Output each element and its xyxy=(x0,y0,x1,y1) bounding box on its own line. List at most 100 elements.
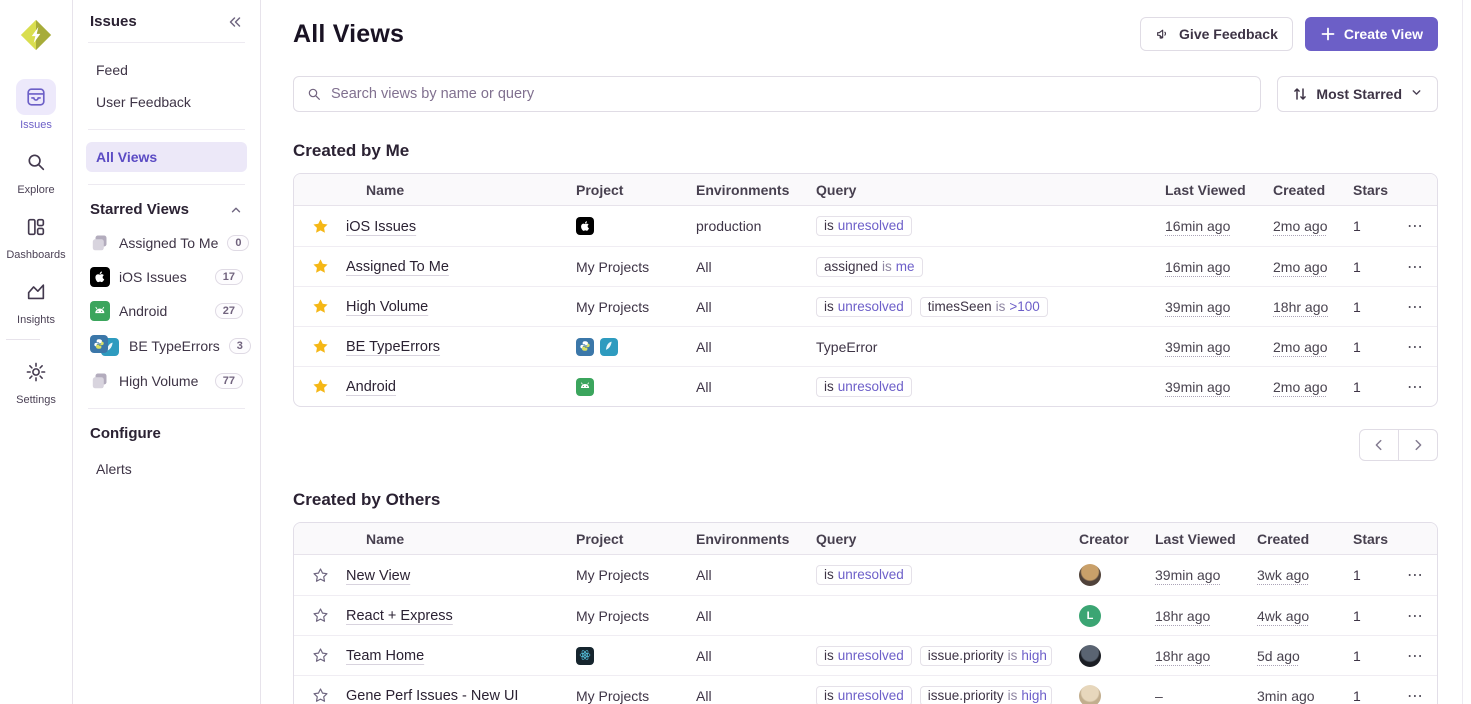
rail-item-explore[interactable]: Explore xyxy=(6,144,65,196)
rail-item-dashboards[interactable]: Dashboards xyxy=(6,209,65,261)
row-actions-button[interactable]: ⋯ xyxy=(1393,337,1437,357)
star-filled-icon[interactable] xyxy=(312,258,329,275)
row-actions-button[interactable]: ⋯ xyxy=(1393,257,1437,277)
plus-icon xyxy=(1320,26,1336,42)
last-viewed-value: 39min ago xyxy=(1165,299,1230,315)
query-token: is xyxy=(996,299,1006,314)
query-token: timesSeen xyxy=(928,299,992,314)
column-header-project: Project xyxy=(572,531,690,547)
star-filled-icon[interactable] xyxy=(312,338,329,355)
environments-label: All xyxy=(696,608,712,624)
table-row[interactable]: iOS Issuesproductionisunresolved16min ag… xyxy=(294,206,1437,246)
main-content: All Views Give Feedback Create View Most… xyxy=(261,0,1471,704)
sidebar-item-alerts[interactable]: Alerts xyxy=(86,454,247,484)
chevron-up-icon[interactable] xyxy=(229,203,243,217)
view-name-link[interactable]: Gene Perf Issues - New UI xyxy=(346,688,518,704)
row-actions-button[interactable]: ⋯ xyxy=(1393,297,1437,317)
row-actions-button[interactable]: ⋯ xyxy=(1393,565,1437,585)
stars-count: 1 xyxy=(1353,608,1361,624)
column-header-name: Name xyxy=(346,531,572,547)
row-actions-button[interactable]: ⋯ xyxy=(1393,377,1437,397)
project-label: My Projects xyxy=(576,567,649,583)
search-input[interactable] xyxy=(331,86,1248,102)
star-filled-icon[interactable] xyxy=(312,378,329,395)
give-feedback-button[interactable]: Give Feedback xyxy=(1140,17,1293,51)
table-row[interactable]: Gene Perf Issues - New UIMy ProjectsAlli… xyxy=(294,675,1437,704)
column-header-query: Query xyxy=(812,531,1079,547)
sort-arrows-icon xyxy=(1292,86,1308,102)
row-actions-button[interactable]: ⋯ xyxy=(1393,216,1437,236)
table-row[interactable]: React + ExpressMy ProjectsAllL18hr ago4w… xyxy=(294,595,1437,635)
starred-view-label: BE TypeErrors xyxy=(129,338,220,354)
query-token: unresolved xyxy=(838,299,904,314)
next-page-button[interactable] xyxy=(1398,429,1438,461)
view-name-link[interactable]: Assigned To Me xyxy=(346,259,449,275)
last-viewed-value: 39min ago xyxy=(1155,567,1220,583)
view-name-link[interactable]: iOS Issues xyxy=(346,219,416,235)
stars-count: 1 xyxy=(1353,567,1361,583)
column-header-created: Created xyxy=(1255,531,1339,547)
column-header-creator: Creator xyxy=(1079,531,1155,547)
created-value: 4wk ago xyxy=(1257,608,1309,624)
stars-count: 1 xyxy=(1353,218,1361,234)
sidebar-item-ios-issues[interactable]: iOS Issues17 xyxy=(86,262,247,292)
query-pill: timesSeenis>100 xyxy=(920,297,1048,317)
views-table: NameProjectEnvironmentsQueryCreatorLast … xyxy=(293,522,1438,704)
query-token: is xyxy=(824,299,834,314)
star-outline-icon[interactable] xyxy=(312,647,329,664)
sidebar-item-be-typeerrors[interactable]: BE TypeErrors3 xyxy=(86,330,247,362)
table-row[interactable]: AndroidAllisunresolved39min ago2mo ago1⋯ xyxy=(294,366,1437,406)
table-row[interactable]: BE TypeErrorsAllTypeError39min ago2mo ag… xyxy=(294,326,1437,366)
last-viewed-value: 18hr ago xyxy=(1155,608,1210,624)
app-logo[interactable] xyxy=(14,13,58,57)
collapse-sidebar-icon[interactable] xyxy=(227,14,243,30)
sidebar-item-feed[interactable]: Feed xyxy=(86,55,247,85)
view-name-link[interactable]: Team Home xyxy=(346,648,424,664)
query-pill: isunresolved xyxy=(816,686,912,704)
view-name-link[interactable]: Android xyxy=(346,379,396,395)
star-filled-icon[interactable] xyxy=(312,298,329,315)
android-icon xyxy=(90,301,110,321)
stars-count: 1 xyxy=(1353,379,1361,395)
table-row[interactable]: Team HomeAllisunresolvedissue.priorityis… xyxy=(294,635,1437,675)
environments-label: All xyxy=(696,648,712,664)
table-row[interactable]: High VolumeMy ProjectsAllisunresolvedtim… xyxy=(294,286,1437,326)
sidebar-item-high-volume[interactable]: High Volume77 xyxy=(86,366,247,396)
table-row[interactable]: Assigned To MeMy ProjectsAllassignedisme… xyxy=(294,246,1437,286)
query-text: TypeError xyxy=(816,339,877,355)
creator-avatar xyxy=(1079,685,1101,704)
table-row[interactable]: New ViewMy ProjectsAllisunresolved39min … xyxy=(294,555,1437,595)
row-actions-button[interactable]: ⋯ xyxy=(1393,646,1437,666)
sidebar-item-all-views[interactable]: All Views xyxy=(86,142,247,172)
sidebar-item-user-feedback[interactable]: User Feedback xyxy=(86,87,247,117)
view-name-link[interactable]: New View xyxy=(346,568,410,584)
rail-item-issues[interactable]: Issues xyxy=(6,79,65,131)
star-filled-icon[interactable] xyxy=(312,218,329,235)
star-outline-icon[interactable] xyxy=(312,607,329,624)
sidebar-item-android[interactable]: Android27 xyxy=(86,296,247,326)
sort-button[interactable]: Most Starred xyxy=(1277,76,1438,112)
star-outline-icon[interactable] xyxy=(312,567,329,584)
previous-page-button[interactable] xyxy=(1359,429,1399,461)
view-name-link[interactable]: React + Express xyxy=(346,608,453,624)
star-outline-icon[interactable] xyxy=(312,687,329,704)
query-token: high xyxy=(1021,688,1047,703)
row-actions-button[interactable]: ⋯ xyxy=(1393,686,1437,704)
issue-count-badge: 17 xyxy=(215,269,243,285)
view-name-link[interactable]: High Volume xyxy=(346,299,428,315)
query-token: issue.priority xyxy=(928,688,1004,703)
query-token: is xyxy=(824,567,834,582)
created-value: 2mo ago xyxy=(1273,339,1327,355)
created-value: 2mo ago xyxy=(1273,379,1327,395)
create-view-button[interactable]: Create View xyxy=(1305,17,1438,51)
query-token: is xyxy=(824,648,834,663)
megaphone-icon xyxy=(1155,26,1171,42)
row-actions-button[interactable]: ⋯ xyxy=(1393,606,1437,626)
scrollbar[interactable] xyxy=(1462,0,1463,704)
view-name-link[interactable]: BE TypeErrors xyxy=(346,339,440,355)
rail-item-label: Settings xyxy=(16,394,56,406)
rail-item-settings[interactable]: Settings xyxy=(6,354,65,406)
rail-item-insights[interactable]: Insights xyxy=(6,274,65,326)
project-cell xyxy=(576,217,690,235)
sidebar-item-assigned-to-me[interactable]: Assigned To Me0 xyxy=(86,228,247,258)
